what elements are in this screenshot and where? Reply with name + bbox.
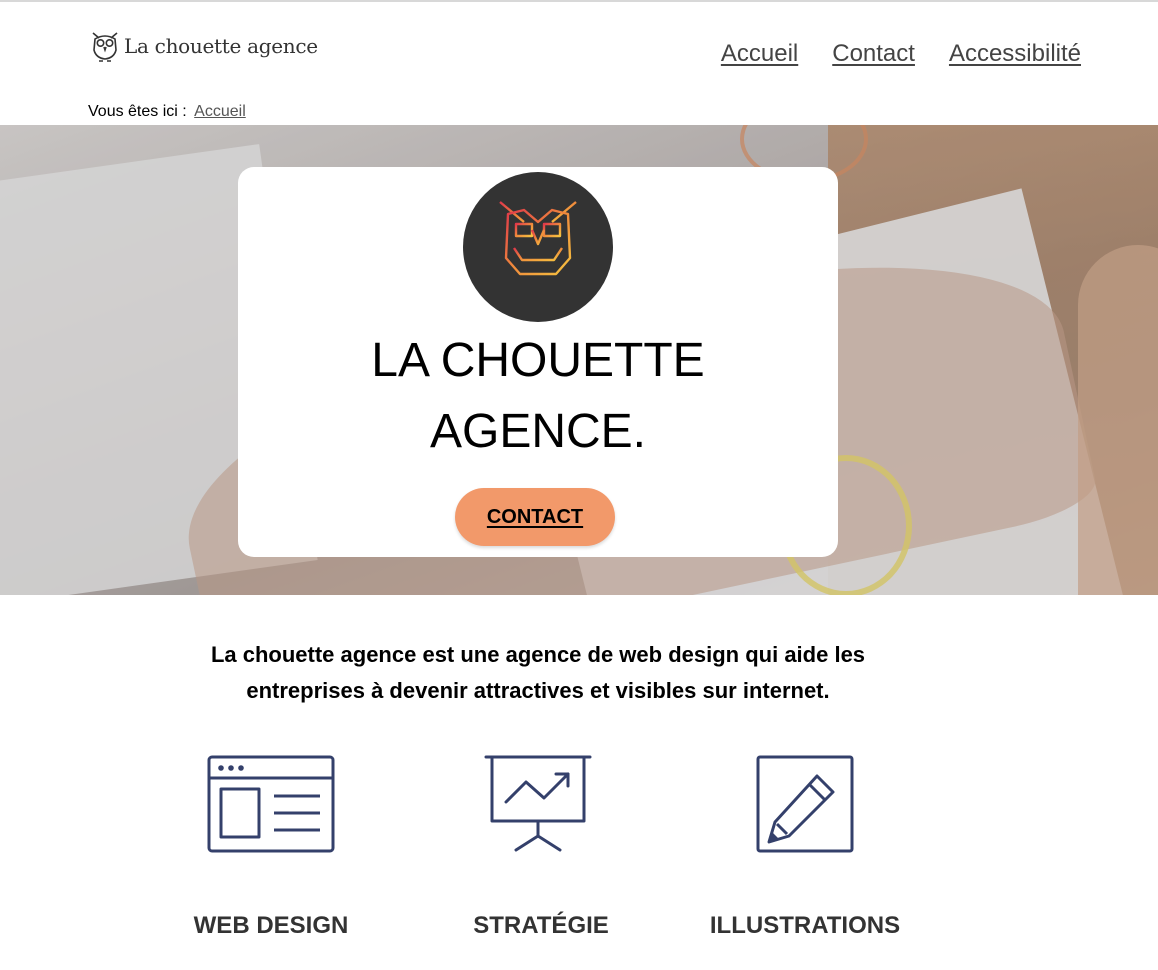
owl-icon (496, 200, 580, 295)
breadcrumb-link-accueil[interactable]: Accueil (194, 103, 246, 120)
brand-name: La chouette agence (124, 34, 318, 58)
webpage-layout-icon (206, 754, 336, 861)
presentation-chart-icon (484, 754, 592, 859)
hero-title: LA CHOUETTE AGENCE. (371, 334, 705, 458)
site-logo-link[interactable]: La chouette agence (90, 30, 318, 62)
main-nav: Accueil Contact Accessibilité (721, 40, 1081, 68)
service-label-strategie: STRATÉGIE (473, 912, 609, 939)
breadcrumb-prefix: Vous êtes ici : (88, 103, 187, 120)
service-label-web-design: WEB DESIGN (193, 912, 349, 939)
pencil-icon (755, 754, 855, 861)
breadcrumb: Vous êtes ici : Accueil (88, 103, 246, 121)
hero-owl-badge (463, 172, 613, 322)
nav-link-accueil[interactable]: Accueil (721, 40, 798, 68)
hero-card: LA CHOUETTE AGENCE. CONTACT (238, 167, 838, 557)
nav-link-accessibilite[interactable]: Accessibilité (949, 40, 1081, 68)
service-label-illustrations: ILLUSTRATIONS (709, 912, 901, 939)
owl-icon (90, 30, 120, 62)
contact-button[interactable]: CONTACT (455, 488, 615, 546)
nav-link-contact[interactable]: Contact (832, 40, 915, 68)
hero-banner: LA CHOUETTE AGENCE. CONTACT (0, 125, 1158, 595)
page: La chouette agence Accueil Contact Acces… (0, 0, 1158, 970)
intro-text: La chouette agence est une agence de web… (210, 642, 866, 703)
